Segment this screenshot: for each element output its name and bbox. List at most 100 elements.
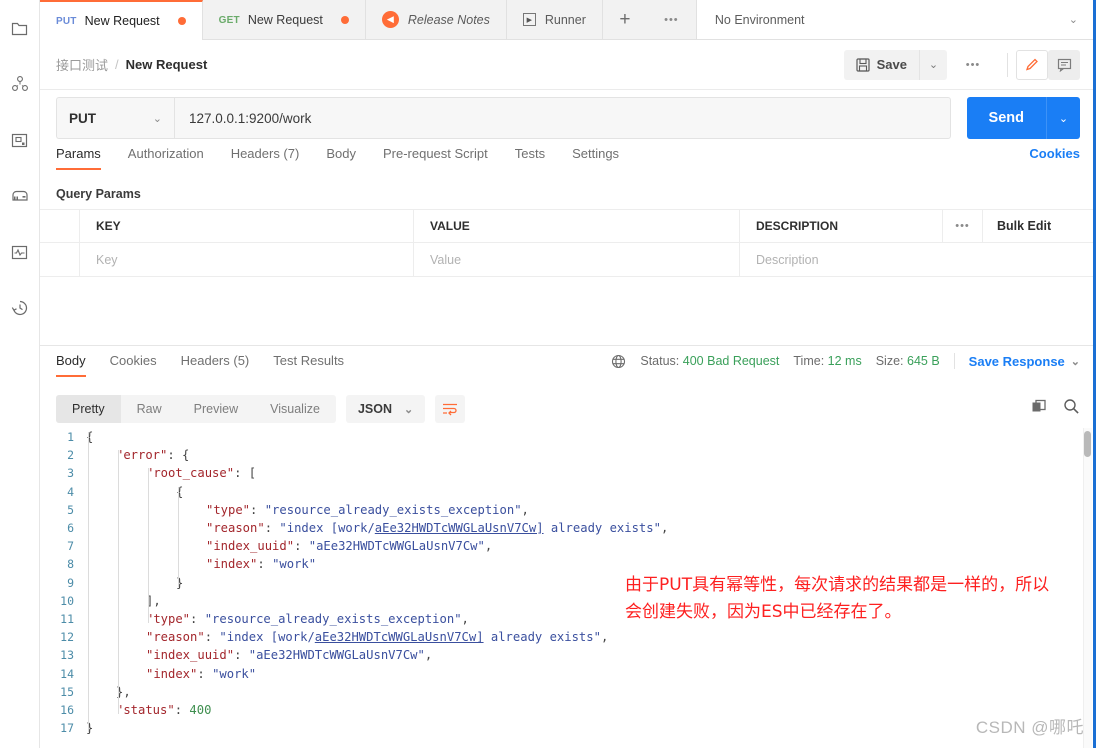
code-line: 7 "index_uuid": "aEe32HWDTcWWGLaUsnV7Cw", — [40, 537, 1096, 555]
file-icon[interactable] — [0, 8, 40, 48]
chevron-down-icon: ⌄ — [152, 112, 162, 125]
line-number: 3 — [67, 466, 74, 481]
line-number: 15 — [60, 684, 74, 699]
tab-put-new-request[interactable]: PUT New Request — [40, 0, 203, 40]
line-number: 8 — [67, 557, 74, 572]
select-all-cell[interactable] — [40, 209, 80, 243]
url-input[interactable]: 127.0.0.1:9200/work — [174, 97, 951, 139]
search-button[interactable] — [1063, 398, 1080, 420]
code-line-text: "index_uuid": "aEe32HWDTcWWGLaUsnV7Cw", — [146, 648, 433, 663]
indent-guide — [178, 487, 179, 587]
time-label-group: Time: 12 ms — [793, 354, 861, 368]
row-checkbox-cell[interactable] — [40, 242, 80, 277]
breadcrumb-request: New Request — [125, 57, 208, 72]
save-response-button[interactable]: Save Response ⌄ — [969, 354, 1080, 369]
url-value: 127.0.0.1:9200/work — [189, 110, 312, 126]
response-format-select[interactable]: JSON ⌄ — [345, 395, 426, 423]
edit-pencil-button[interactable] — [1016, 49, 1048, 80]
save-label: Save — [876, 57, 907, 72]
status-label-group: Status: 400 Bad Request — [640, 354, 779, 368]
response-tab-headers[interactable]: Headers (5) — [181, 353, 250, 377]
history-icon[interactable] — [0, 288, 40, 328]
chevron-down-icon: ⌄ — [1068, 14, 1078, 26]
wrap-lines-button[interactable] — [435, 395, 466, 423]
code-line: 14 "index": "work" — [40, 664, 1096, 682]
annotation-text: 由于PUT具有幂等性，每次请求的结果都是一样的，所以会创建失败，因为ES中已经存… — [625, 575, 1050, 622]
description-input[interactable]: Description — [740, 243, 943, 277]
view-mode-raw[interactable]: Raw — [121, 395, 178, 423]
copy-icon — [1032, 399, 1046, 411]
code-scrollbar-thumb[interactable] — [1084, 431, 1091, 457]
table-header-row: KEY VALUE DESCRIPTION ••• Bulk Edit — [40, 209, 1096, 243]
code-line-text: "root_cause": [ — [146, 466, 257, 481]
code-line-text: "index_uuid": "aEe32HWDTcWWGLaUsnV7Cw", — [206, 539, 493, 554]
copy-button[interactable] — [1031, 399, 1047, 420]
breadcrumb-bar: 接口测试 / New Request Save ⌄ ••• — [40, 40, 1096, 90]
response-tabs: Body Cookies Headers (5) Test Results St… — [40, 353, 1096, 385]
code-line: 17} — [40, 719, 1096, 737]
send-dropdown-button[interactable]: ⌄ — [1046, 97, 1080, 139]
view-mode-group: Pretty Raw Preview Visualize — [56, 395, 336, 423]
tab-params[interactable]: Params — [56, 146, 101, 170]
globe-icon — [611, 354, 626, 369]
save-button[interactable]: Save — [843, 49, 919, 80]
code-scroll-track[interactable] — [1083, 428, 1092, 748]
view-mode-visualize[interactable]: Visualize — [254, 395, 336, 423]
monitors-icon[interactable] — [0, 232, 40, 272]
code-line: 5 "type": "resource_already_exists_except… — [40, 501, 1096, 519]
chevron-down-icon: ⌄ — [1058, 112, 1069, 125]
line-number: 7 — [67, 539, 74, 554]
tab-tests[interactable]: Tests — [515, 146, 545, 170]
table-more-button[interactable]: ••• — [943, 209, 983, 243]
code-line-text: "type": "resource_already_exists_excepti… — [206, 502, 529, 517]
send-button[interactable]: Send — [966, 97, 1046, 139]
comment-button[interactable] — [1048, 49, 1080, 80]
divider — [953, 353, 955, 369]
tab-get-new-request[interactable]: GET New Request — [203, 0, 366, 40]
watermark: CSDN @哪吒 — [975, 718, 1084, 737]
response-format-value: JSON — [357, 402, 392, 416]
response-tab-cookies[interactable]: Cookies — [110, 353, 157, 377]
tab-authorization[interactable]: Authorization — [128, 146, 204, 170]
indent-guide — [148, 468, 149, 623]
key-input[interactable]: Key — [80, 242, 414, 277]
breadcrumb-collection[interactable]: 接口测试 — [56, 55, 108, 74]
line-number: 6 — [67, 521, 74, 536]
tab-headers[interactable]: Headers (7) — [231, 146, 300, 170]
tab-pre-request-script[interactable]: Pre-request Script — [383, 146, 488, 170]
code-line-text: "type": "resource_already_exists_excepti… — [146, 611, 469, 626]
size-label-group: Size: 645 B — [876, 354, 940, 368]
http-method-select[interactable]: PUT ⌄ — [56, 97, 174, 139]
tab-runner[interactable]: ▶ Runner — [507, 0, 603, 39]
save-disk-icon — [856, 57, 870, 72]
tab-settings[interactable]: Settings — [572, 146, 619, 170]
view-mode-pretty[interactable]: Pretty — [56, 395, 121, 423]
line-number: 10 — [60, 593, 74, 608]
new-tab-button[interactable]: + — [603, 0, 647, 39]
line-number: 13 — [60, 648, 74, 663]
status-value: 400 Bad Request — [682, 354, 780, 368]
tab-release-notes[interactable]: ◀ Release Notes — [366, 0, 507, 39]
tabbar-more-button[interactable]: ••• — [647, 0, 697, 39]
mock-servers-icon[interactable] — [0, 176, 40, 216]
request-tabs: Params Authorization Headers (7) Body Pr… — [40, 146, 1096, 178]
environment-selector[interactable]: No Environment ⌄ — [696, 0, 1096, 39]
request-more-button[interactable]: ••• — [947, 59, 999, 71]
value-input[interactable]: Value — [414, 242, 740, 277]
http-method-value: PUT — [69, 110, 96, 126]
view-mode-preview[interactable]: Preview — [178, 395, 254, 423]
wrap-lines-icon — [443, 403, 458, 416]
column-header-value: VALUE — [414, 209, 740, 243]
tab-body[interactable]: Body — [326, 146, 356, 170]
save-dropdown-button[interactable]: ⌄ — [919, 49, 947, 80]
response-tab-test-results[interactable]: Test Results — [273, 353, 344, 377]
response-tab-body[interactable]: Body — [56, 353, 86, 377]
cookies-link[interactable]: Cookies — [1029, 146, 1080, 170]
collections-icon[interactable] — [0, 64, 40, 104]
code-line-text: }, — [116, 684, 131, 699]
apis-icon[interactable] — [0, 120, 40, 160]
bulk-edit-button[interactable]: Bulk Edit — [983, 209, 1096, 243]
pencil-icon — [1025, 58, 1038, 71]
line-number: 4 — [67, 484, 74, 499]
code-line: 3 "root_cause": [ — [40, 464, 1096, 482]
